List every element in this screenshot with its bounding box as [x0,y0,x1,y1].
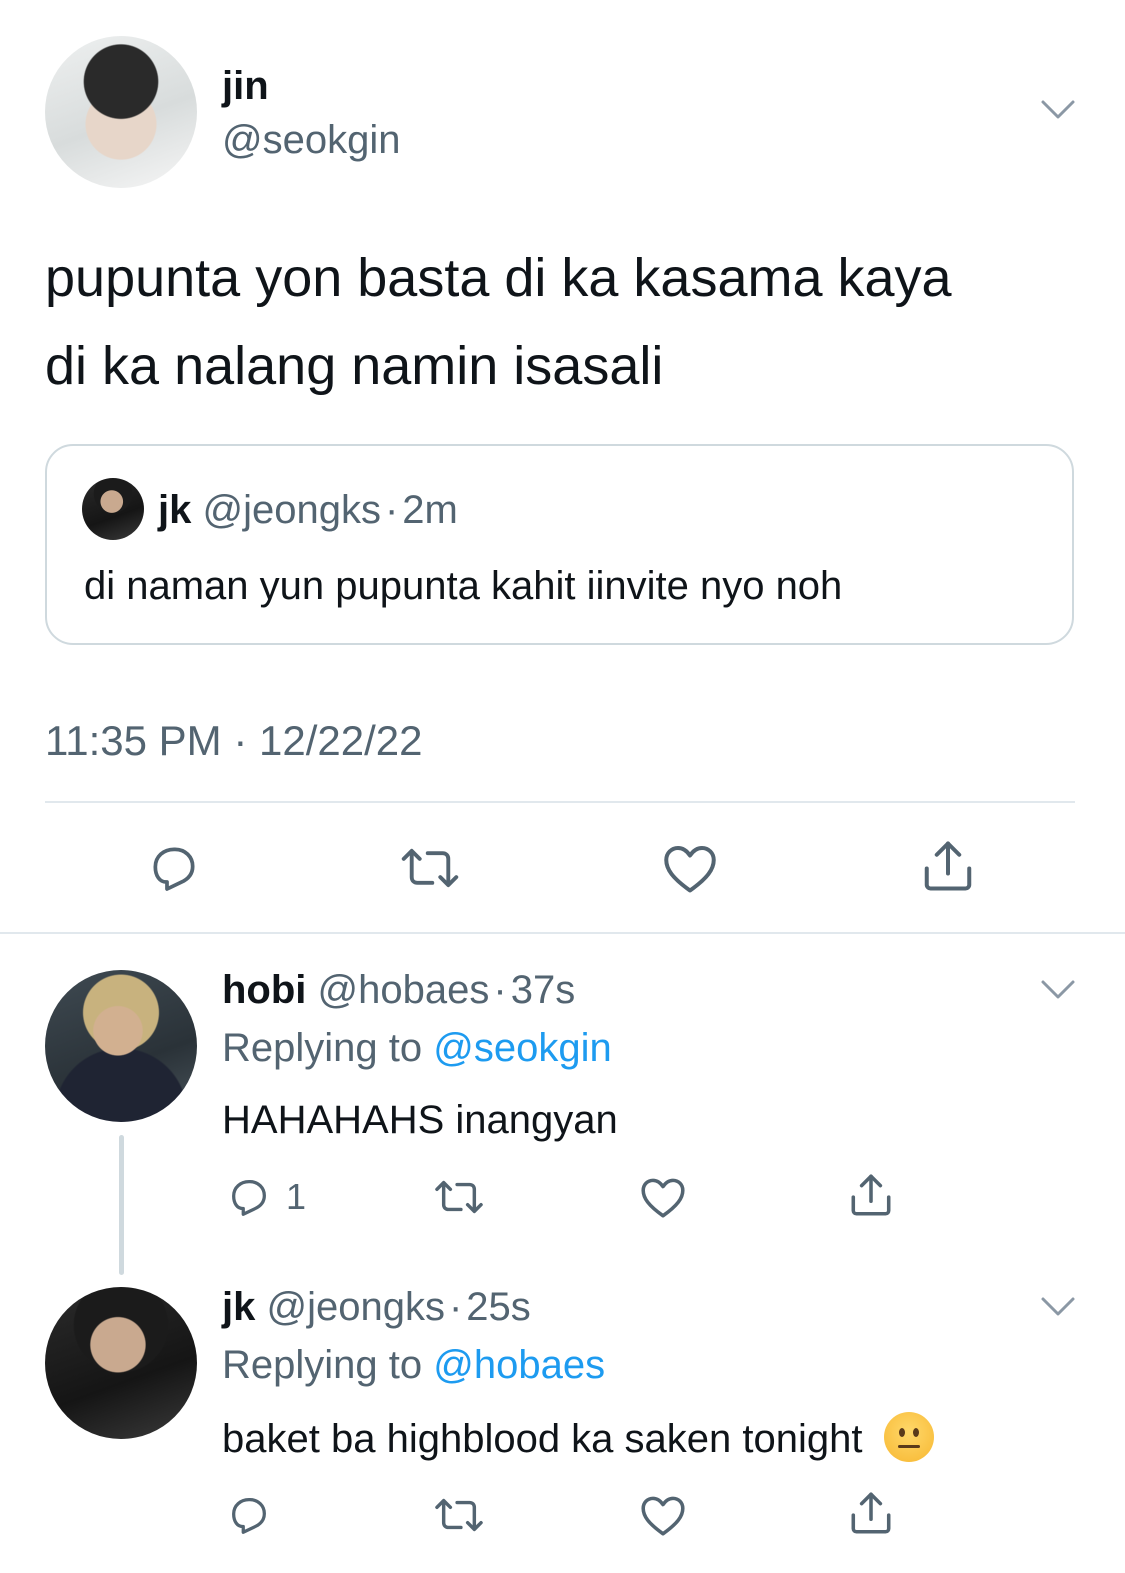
reply-header: hobi @hobaes · 37s [222,966,575,1014]
reply-text: HAHAHAHS inangyan [222,1098,618,1142]
reply-text-row: baket ba highblood ka saken tonight [222,1412,934,1463]
reply-author-name[interactable]: hobi [222,968,306,1012]
reply-time: 37s [510,968,576,1012]
quoted-separator: · [384,488,399,532]
quoted-author-avatar [82,478,144,540]
share-icon[interactable] [846,1488,896,1538]
share-icon[interactable] [846,1170,896,1220]
share-icon[interactable] [918,836,978,896]
divider [0,932,1125,934]
reply-icon[interactable] [226,1492,272,1538]
divider [45,801,1075,803]
reply-icon[interactable] [226,1174,272,1220]
replying-prefix: Replying to [222,1343,423,1387]
heart-icon[interactable] [638,1492,688,1538]
quoted-author-name: jk [158,488,192,532]
reply-separator: · [448,1285,463,1329]
reply-icon[interactable] [146,840,202,896]
reply-header: jk @jeongks · 25s [222,1283,531,1331]
replying-handle-link[interactable]: @seokgin [433,1026,611,1070]
reply-time: 25s [466,1285,531,1329]
author-name[interactable]: jin [222,62,269,110]
replying-prefix: Replying to [222,1026,423,1070]
chevron-down-icon[interactable] [1040,978,1076,1002]
reply-separator: · [493,968,507,1012]
replying-to: Replying to @seokgin [222,1024,612,1072]
reply-author-avatar[interactable] [45,1287,197,1439]
reply-author-avatar[interactable] [45,970,197,1122]
quoted-header: jk @jeongks · 2m [158,486,458,534]
reply-author-handle[interactable]: @hobaes [318,968,490,1012]
heart-icon[interactable] [660,840,720,896]
quoted-text: di naman yun pupunta kahit iinvite nyo n… [84,564,843,608]
replying-to: Replying to @hobaes [222,1341,605,1389]
tweet-text-line-1: pupunta yon basta di ka kasama kaya [45,248,952,308]
heart-icon[interactable] [638,1174,688,1220]
reply-count: 1 [286,1176,307,1217]
quoted-tweet-card[interactable] [45,444,1074,645]
reply-author-name[interactable]: jk [222,1285,255,1329]
reply-text: baket ba highblood ka saken tonight [222,1417,863,1461]
tweet-timestamp[interactable]: 11:35 PM · 12/22/22 [45,716,422,766]
neutral-face-emoji-icon [883,1412,934,1462]
retweet-icon[interactable] [398,840,462,896]
author-avatar[interactable] [45,36,197,188]
quoted-author-handle: @jeongks [202,488,381,532]
retweet-icon[interactable] [432,1492,486,1538]
chevron-down-icon[interactable] [1040,1295,1076,1319]
author-handle[interactable]: @seokgin [222,116,400,164]
quoted-time: 2m [402,488,458,532]
thread-line [119,1135,124,1275]
reply-author-handle[interactable]: @jeongks [266,1285,444,1329]
chevron-down-icon[interactable] [1040,98,1076,122]
replying-handle-link[interactable]: @hobaes [433,1343,605,1387]
retweet-icon[interactable] [432,1174,486,1220]
tweet-text-line-2: di ka nalang namin isasali [45,336,664,396]
